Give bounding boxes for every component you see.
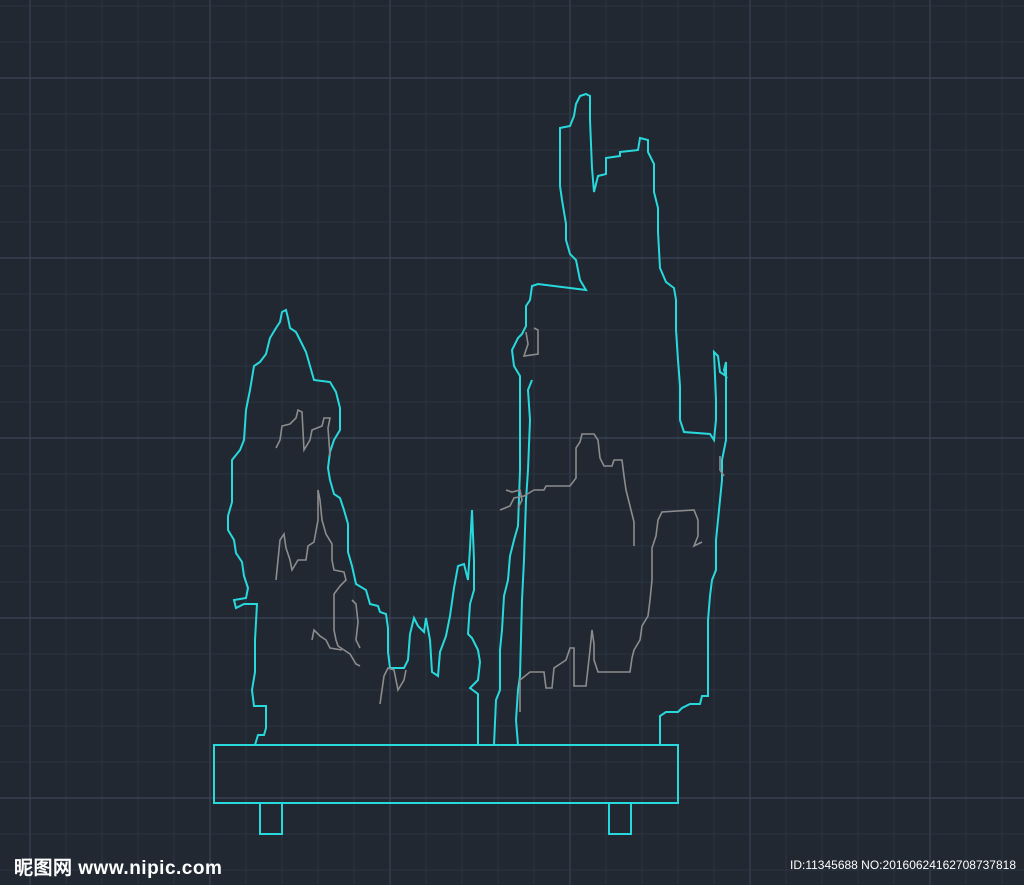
- watermark-site: 昵图网 www.nipic.com: [14, 858, 223, 879]
- watermark-id: ID:11345688 NO:20160624162708737818: [790, 858, 1016, 872]
- cad-drawing-canvas: [0, 0, 1024, 885]
- canvas-background: [0, 0, 1024, 885]
